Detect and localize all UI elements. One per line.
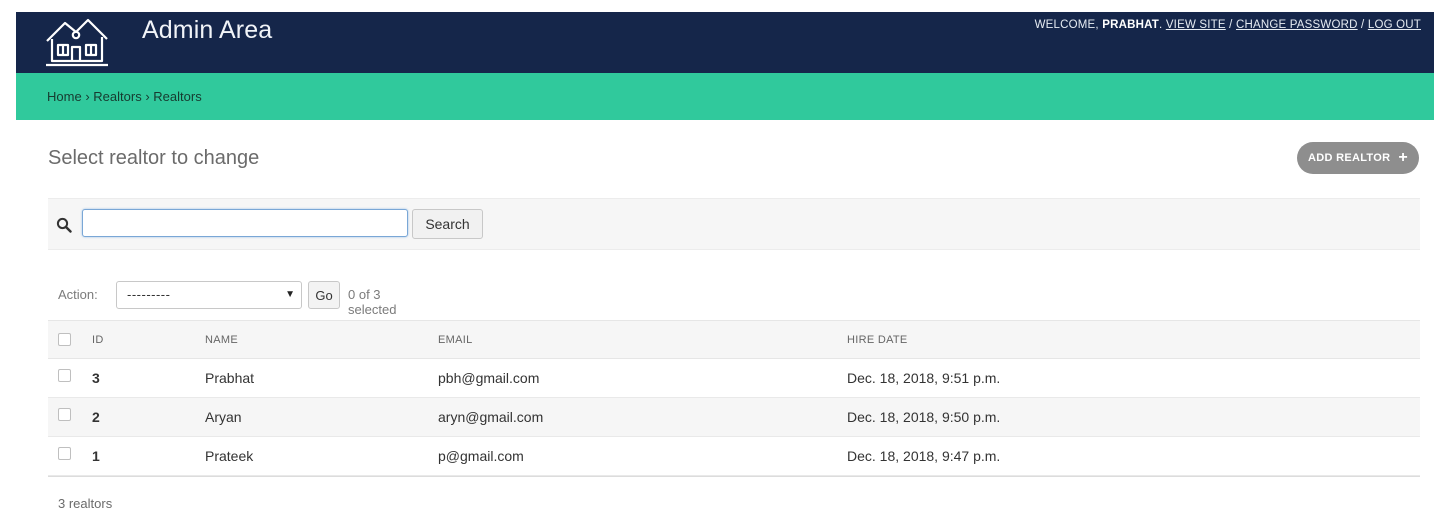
column-header-hire-date[interactable]: HIRE DATE xyxy=(847,334,908,346)
row-hire-date: Dec. 18, 2018, 9:50 p.m. xyxy=(847,409,1001,425)
column-header-email[interactable]: EMAIL xyxy=(438,334,473,346)
row-name: Prateek xyxy=(205,448,254,464)
separator: / xyxy=(1361,19,1365,31)
action-select[interactable]: --------- ▼ xyxy=(116,281,302,309)
welcome-suffix: . xyxy=(1159,19,1163,31)
search-toolbar: Search xyxy=(48,198,1420,250)
breadcrumb-app[interactable]: Realtors xyxy=(93,89,141,104)
add-realtor-label: ADD REALTOR xyxy=(1308,152,1391,164)
search-button[interactable]: Search xyxy=(412,209,483,239)
username: PRABHAT xyxy=(1102,19,1159,31)
row-checkbox[interactable] xyxy=(58,408,71,421)
plus-icon: + xyxy=(1398,149,1408,166)
change-password-link[interactable]: CHANGE PASSWORD xyxy=(1236,19,1358,31)
table-row: 2 Aryan aryn@gmail.com Dec. 18, 2018, 9:… xyxy=(48,398,1420,437)
search-input[interactable] xyxy=(82,209,408,237)
row-hire-date: Dec. 18, 2018, 9:51 p.m. xyxy=(847,370,1001,386)
welcome-text: WELCOME, xyxy=(1034,19,1099,31)
row-hire-date: Dec. 18, 2018, 9:47 p.m. xyxy=(847,448,1001,464)
house-logo-icon xyxy=(46,18,108,67)
breadcrumb-bar: Home › Realtors › Realtors xyxy=(16,73,1434,120)
row-checkbox[interactable] xyxy=(58,369,71,382)
header-bar: Admin Area WELCOME, PRABHAT. VIEW SITE /… xyxy=(16,12,1434,73)
separator: / xyxy=(1229,19,1233,31)
table-row: 1 Prateek p@gmail.com Dec. 18, 2018, 9:4… xyxy=(48,437,1420,476)
row-name: Prabhat xyxy=(205,370,255,386)
row-email: pbh@gmail.com xyxy=(438,370,540,386)
table-divider xyxy=(48,476,1420,477)
add-realtor-button[interactable]: ADD REALTOR + xyxy=(1297,142,1419,174)
action-select-value: --------- xyxy=(127,287,171,302)
user-tools: WELCOME, PRABHAT. VIEW SITE / CHANGE PAS… xyxy=(1035,19,1421,31)
row-id-link[interactable]: 3 xyxy=(92,370,100,386)
page-title: Select realtor to change xyxy=(48,147,260,169)
site-brand[interactable]: Admin Area xyxy=(142,16,272,45)
column-header-name[interactable]: NAME xyxy=(205,334,238,346)
caret-down-icon: ▼ xyxy=(285,289,295,300)
row-email: aryn@gmail.com xyxy=(438,409,544,425)
breadcrumb: Home › Realtors › Realtors xyxy=(47,89,202,104)
search-icon xyxy=(56,217,72,233)
breadcrumb-separator: › xyxy=(145,89,150,104)
breadcrumb-home[interactable]: Home xyxy=(47,89,82,104)
log-out-link[interactable]: LOG OUT xyxy=(1368,19,1421,31)
select-all-checkbox[interactable] xyxy=(58,333,71,346)
breadcrumb-separator: › xyxy=(85,89,90,104)
row-id-link[interactable]: 1 xyxy=(92,448,100,464)
table-header: ID NAME EMAIL HIRE DATE xyxy=(48,320,1420,359)
result-count: 3 realtors xyxy=(58,496,113,511)
view-site-link[interactable]: VIEW SITE xyxy=(1166,19,1226,31)
row-email: p@gmail.com xyxy=(438,448,524,464)
go-button[interactable]: Go xyxy=(308,281,340,309)
table-row: 3 Prabhat pbh@gmail.com Dec. 18, 2018, 9… xyxy=(48,359,1420,398)
column-header-id[interactable]: ID xyxy=(92,334,104,346)
row-name: Aryan xyxy=(205,409,242,425)
row-id-link[interactable]: 2 xyxy=(92,409,100,425)
action-label: Action: xyxy=(58,287,98,302)
row-checkbox[interactable] xyxy=(58,447,71,460)
breadcrumb-current: Realtors xyxy=(153,89,202,104)
selection-counter: 0 of 3 selected xyxy=(348,287,397,317)
